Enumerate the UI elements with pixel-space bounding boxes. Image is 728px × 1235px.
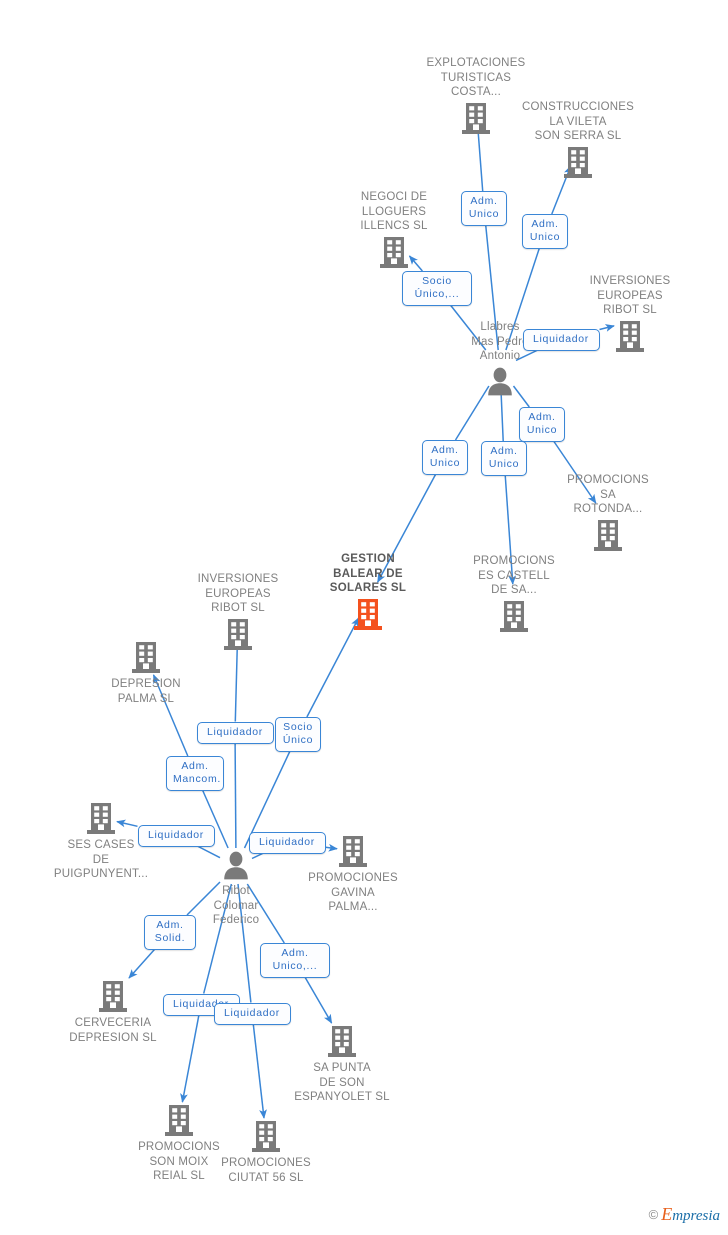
company-node-cerveceria[interactable]: CERVECERIA DEPRESION SL	[48, 980, 178, 1045]
company-icon	[593, 519, 623, 552]
relation-label[interactable]: Liquidador	[522, 328, 600, 351]
edge-arrow-target	[306, 617, 360, 718]
edge-arrow-target	[304, 976, 333, 1024]
node-caption: DEPRESION PALMA SL	[111, 678, 181, 705]
relation-label[interactable]: Liquidador	[196, 721, 274, 744]
brand-name: Empresia	[661, 1204, 720, 1225]
edge-arrow-target	[252, 1023, 267, 1119]
company-node-depresion_palma[interactable]: DEPRESION PALMA SL	[81, 641, 211, 706]
node-caption: GESTION BALEAR DE SOLARES SL	[329, 553, 407, 594]
network-diagram-canvas: EXPLOTACIONES TURISTICAS COSTA... CONSTRU…	[0, 0, 728, 1235]
company-icon	[563, 146, 593, 179]
brand-rest: mpresia	[672, 1208, 720, 1224]
relation-label[interactable]: Socio Único	[275, 717, 321, 752]
company-node-promocions_sa[interactable]: PROMOCIONS SA ROTONDA...	[543, 473, 673, 552]
copyright-symbol: ©	[648, 1207, 659, 1222]
node-caption: INVERSIONES EUROPEAS RIBOT SL	[197, 573, 279, 614]
company-icon	[98, 980, 128, 1013]
node-caption: Ribot Colomar Federico	[212, 885, 260, 926]
person-icon	[221, 850, 251, 881]
node-caption: PROMOCIONES CIUTAT 56 SL	[221, 1157, 311, 1184]
relation-label[interactable]: Adm. Unico	[519, 407, 565, 442]
relation-label[interactable]: Liquidador	[213, 1002, 291, 1025]
relation-label[interactable]: Adm. Unico	[422, 440, 468, 475]
node-caption: EXPLOTACIONES TURISTICAS COSTA...	[426, 57, 526, 98]
node-caption: SA PUNTA DE SON ESPANYOLET SL	[294, 1062, 390, 1103]
node-caption: SES CASES DE PUIGPUNYENT...	[53, 839, 149, 880]
company-node-inversiones_mid[interactable]: INVERSIONES EUROPEAS RIBOT SL	[173, 572, 303, 651]
company-node-negoci[interactable]: NEGOCI DE LLOGUERS ILLENCS SL	[329, 190, 459, 269]
edge-line-source	[234, 742, 237, 849]
relation-label[interactable]: Adm. Unico	[522, 214, 568, 249]
relation-label[interactable]: Adm. Unico,...	[259, 943, 331, 978]
relation-label[interactable]: Adm. Unico	[461, 191, 507, 226]
company-icon	[338, 835, 368, 868]
company-icon	[164, 1104, 194, 1137]
node-caption: INVERSIONES EUROPEAS RIBOT SL	[589, 275, 671, 316]
node-caption: PROMOCIONS SA ROTONDA...	[567, 474, 649, 515]
node-caption: CONSTRUCCIONES LA VILETA SON SERRA SL	[521, 101, 635, 142]
company-icon	[499, 600, 529, 633]
company-icon	[379, 236, 409, 269]
company-icon	[327, 1025, 357, 1058]
company-node-construcciones[interactable]: CONSTRUCCIONES LA VILETA SON SERRA SL	[513, 100, 643, 179]
node-caption: PROMOCIONS ES CASTELL DE SA...	[473, 555, 555, 596]
company-icon	[131, 641, 161, 674]
company-icon	[86, 802, 116, 835]
relation-label[interactable]: Adm. Mancom.	[165, 756, 225, 791]
company-icon	[223, 618, 253, 651]
company-node-ciutat56[interactable]: PROMOCIONES CIUTAT 56 SL	[201, 1120, 331, 1185]
empresia-watermark: © Empresia	[649, 1204, 720, 1225]
person-icon	[485, 366, 515, 397]
edge-arrow-target	[180, 1014, 200, 1103]
relation-label[interactable]: Socio Único,...	[401, 271, 473, 306]
node-caption: NEGOCI DE LLOGUERS ILLENCS SL	[360, 191, 428, 232]
company-icon	[615, 320, 645, 353]
relation-label[interactable]: Liquidador	[137, 824, 215, 847]
edge-arrow-target	[233, 637, 242, 722]
company-node-sa_punta[interactable]: SA PUNTA DE SON ESPANYOLET SL	[277, 1025, 407, 1105]
edge-arrow-target	[128, 948, 156, 979]
brand-initial: E	[661, 1204, 673, 1224]
company-node-gestion[interactable]: GESTION BALEAR DE SOLARES SL	[303, 552, 433, 631]
relation-label[interactable]: Adm. Solid.	[144, 915, 196, 950]
focus-company-icon	[353, 598, 383, 631]
relation-label[interactable]: Liquidador	[248, 831, 326, 854]
node-caption: PROMOCIONES GAVINA PALMA...	[308, 872, 398, 913]
company-icon	[461, 102, 491, 135]
company-icon	[251, 1120, 281, 1153]
company-node-promocions_es[interactable]: PROMOCIONS ES CASTELL DE SA...	[449, 554, 579, 633]
node-caption: CERVECERIA DEPRESION SL	[69, 1017, 157, 1044]
node-caption: Llabres Mas Pedro Antonio	[471, 321, 529, 362]
relation-label[interactable]: Adm. Unico	[481, 441, 527, 476]
